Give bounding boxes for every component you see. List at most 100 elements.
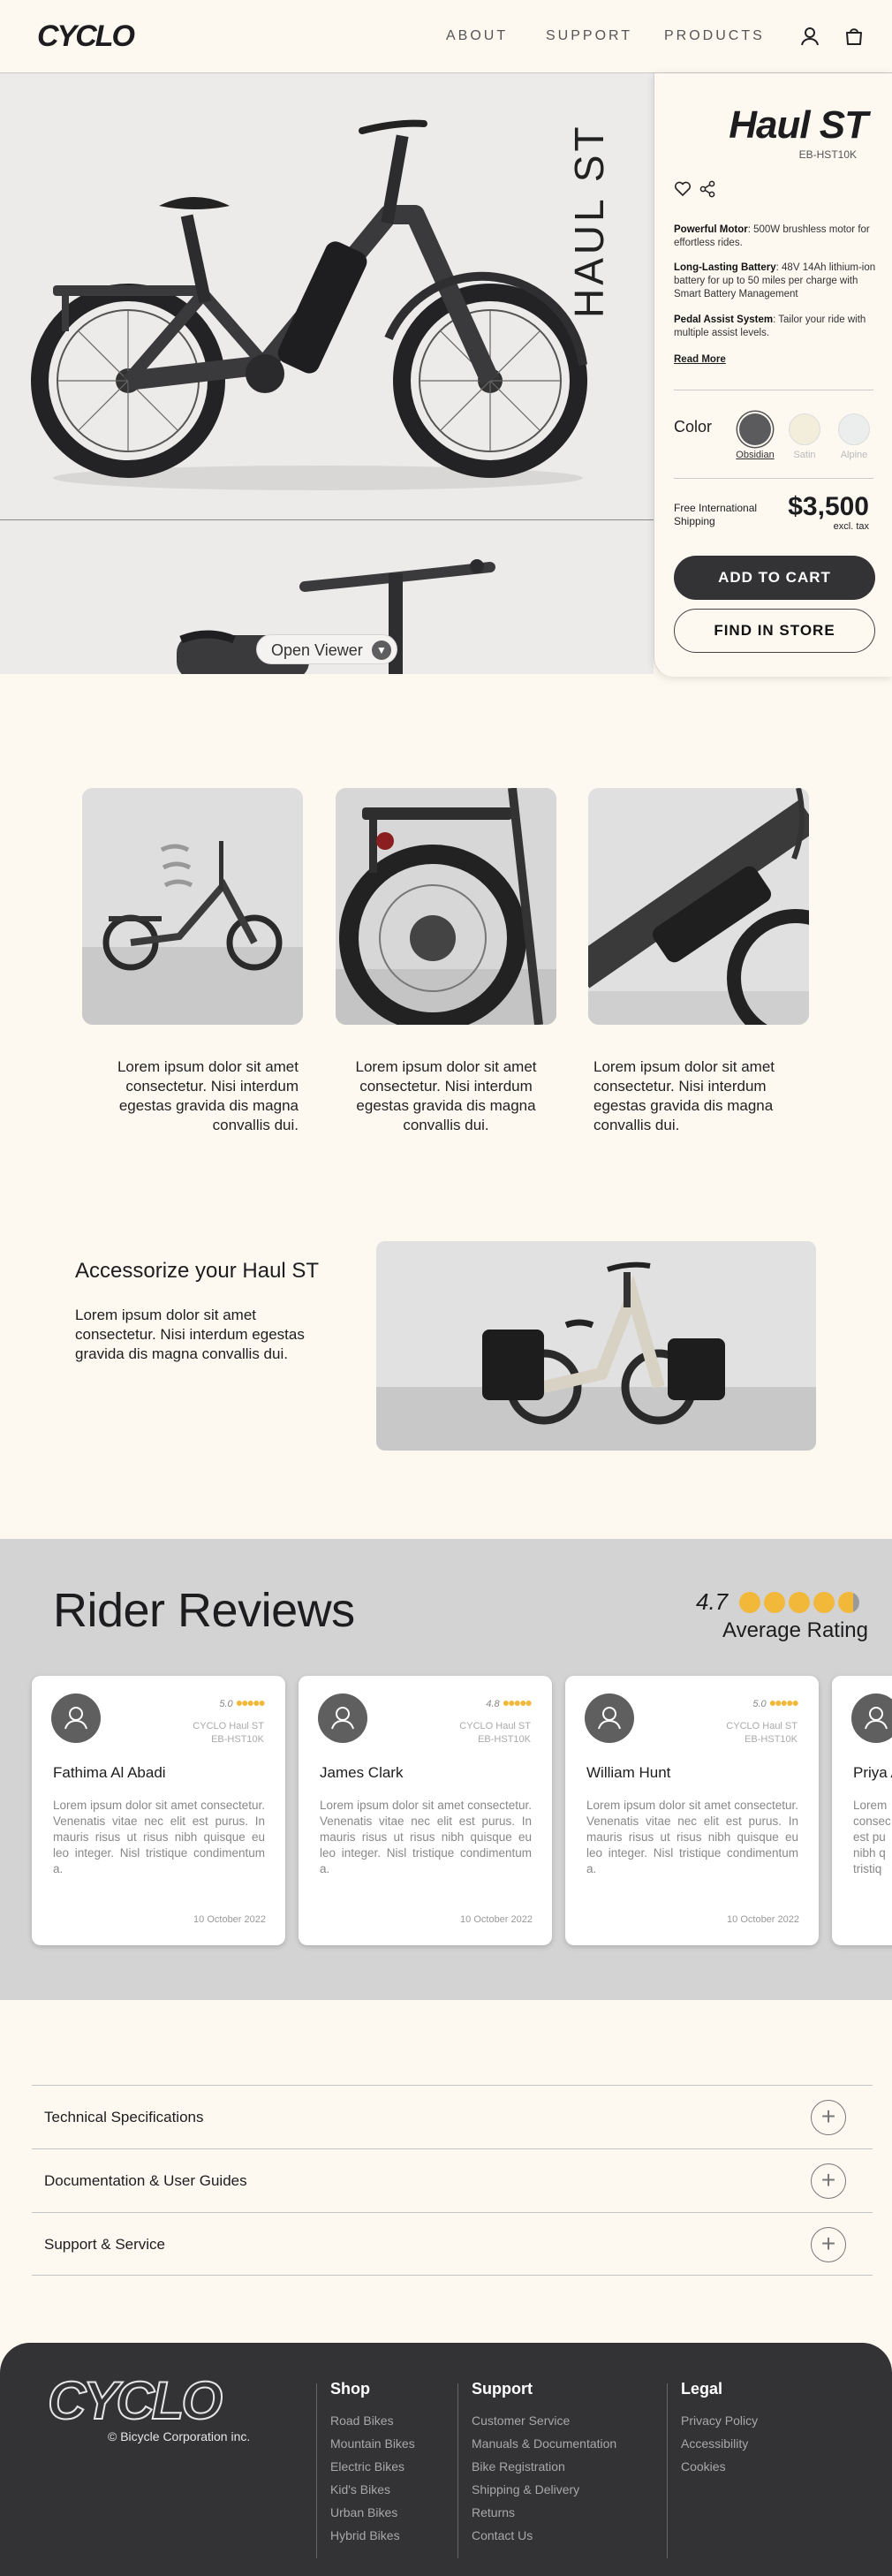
review-date: 10 October 2022 (193, 1914, 266, 1925)
footer-divider (667, 2383, 668, 2558)
footer-divider (316, 2383, 317, 2558)
avatar (851, 1693, 892, 1743)
average-rating-label: Average Rating (722, 1618, 868, 1642)
footer-link[interactable]: Urban Bikes (330, 2505, 397, 2519)
product-vertical-name: HAUL ST (566, 123, 612, 319)
product-panel: Haul ST EB-HST10K Powerful Motor: 500W b… (654, 73, 892, 677)
plus-icon[interactable]: + (811, 2163, 846, 2199)
tax-note: excl. tax (833, 521, 869, 532)
color-swatch-satin[interactable] (789, 413, 820, 445)
star-icons: ●●●●● (768, 1695, 799, 1709)
nav-products[interactable]: PRODUCTS (664, 28, 765, 44)
review-date: 10 October 2022 (727, 1914, 799, 1925)
review-text: Lorem ipsum dolor sit amet consectetur. … (586, 1799, 798, 1875)
feature-motor: Powerful Motor: 500W brushless motor for… (674, 224, 870, 248)
accessorize-title: Accessorize your Haul ST (75, 1259, 320, 1283)
review-card: 5.0 ●●●●● CYCLO Haul ST EB-HST10K Fathima… (32, 1676, 285, 1945)
footer-link[interactable]: Customer Service (472, 2413, 570, 2428)
open-viewer-button[interactable]: Open Viewer ▼ (256, 634, 397, 664)
gallery-image-frame-closeup[interactable] (588, 788, 809, 1025)
bag-icon[interactable] (843, 25, 866, 48)
reviewer-name: Priya A (853, 1764, 892, 1781)
review-model: CYCLO Haul ST EB-HST10K (459, 1721, 531, 1745)
user-icon (64, 1707, 87, 1730)
footer-heading-legal: Legal (681, 2380, 723, 2398)
average-rating-value: 4.7 (696, 1588, 729, 1615)
read-more-link[interactable]: Read More (674, 354, 726, 365)
review-model: CYCLO Haul ST EB-HST10K (193, 1721, 264, 1745)
review-card: 4.8 ●●●●● CYCLO Haul ST EB-HST10K James C… (299, 1676, 552, 1945)
find-in-store-button[interactable]: FIND IN STORE (674, 609, 875, 653)
footer-link[interactable]: Contact Us (472, 2528, 533, 2542)
user-icon (331, 1707, 354, 1730)
open-viewer-label: Open Viewer (271, 641, 363, 659)
gallery-image-rear-wheel[interactable] (336, 788, 556, 1025)
reviewer-name: James Clark (320, 1764, 404, 1781)
color-label: Color (674, 418, 713, 436)
color-swatch-alpine[interactable] (838, 413, 870, 445)
review-text: Lorem ipsum dolor sit amet consectetur. … (320, 1799, 532, 1875)
accordion-documentation[interactable]: Documentation & User Guides + (32, 2148, 873, 2212)
copyright: © Bicycle Corporation inc. (108, 2429, 251, 2443)
footer-link[interactable]: Cookies (681, 2459, 726, 2474)
price: $3,500 (788, 492, 869, 521)
average-rating-stars (739, 1592, 859, 1613)
color-name-alpine: Alpine (840, 450, 868, 460)
user-icon (865, 1707, 888, 1730)
color-swatch-obsidian[interactable] (739, 413, 771, 445)
plus-icon[interactable]: + (811, 2227, 846, 2262)
heart-icon[interactable] (674, 181, 692, 197)
gallery-image-side-view[interactable] (82, 788, 303, 1025)
footer-logo[interactable]: CYCLO (46, 2373, 258, 2429)
chevron-down-icon: ▼ (372, 640, 391, 660)
review-model: CYCLO Haul ST EB-HST10K (726, 1721, 798, 1745)
accordion-technical-specifications[interactable]: Technical Specifications + (32, 2085, 873, 2148)
feature-pedal-assist: Pedal Assist System: Tailor your ride wi… (674, 314, 866, 338)
nav-about[interactable]: ABOUT (446, 28, 508, 44)
hero-image (0, 73, 654, 519)
accordion-label: Support & Service (44, 2236, 166, 2253)
product-title: Haul ST (729, 103, 868, 147)
footer-link[interactable]: Hybrid Bikes (330, 2528, 400, 2542)
footer-link[interactable]: Manuals & Documentation (472, 2436, 616, 2451)
user-icon (598, 1707, 621, 1730)
footer-link[interactable]: Privacy Policy (681, 2413, 758, 2428)
panel-divider (674, 478, 873, 479)
site-header: CYCLO ABOUT SUPPORT PRODUCTS (0, 0, 892, 73)
reviewer-name: Fathima Al Abadi (53, 1764, 166, 1781)
footer-link[interactable]: Kid's Bikes (330, 2482, 390, 2496)
nav-support[interactable]: SUPPORT (546, 28, 632, 44)
reviewer-name: William Hunt (586, 1764, 671, 1781)
footer-link[interactable]: Road Bikes (330, 2413, 394, 2428)
review-rating: 5.0 ●●●●● (752, 1695, 799, 1709)
gallery-caption-3: Lorem ipsum dolor sit amet consectetur. … (593, 1058, 775, 1133)
gallery-caption-2: Lorem ipsum dolor sit amet consectetur. … (355, 1058, 537, 1133)
accordion-support-service[interactable]: Support & Service + (32, 2212, 873, 2276)
footer-link[interactable]: Mountain Bikes (330, 2436, 415, 2451)
footer-link[interactable]: Accessibility (681, 2436, 748, 2451)
share-icon[interactable] (699, 180, 716, 198)
footer-link[interactable]: Bike Registration (472, 2459, 565, 2474)
footer-link[interactable]: Electric Bikes (330, 2459, 404, 2474)
accordion-label: Technical Specifications (44, 2109, 204, 2125)
gallery-caption-1: Lorem ipsum dolor sit amet consectetur. … (117, 1058, 299, 1133)
plus-icon[interactable]: + (811, 2100, 846, 2135)
reviews-section: Rider Reviews 4.7 Average Rating 5.0 ●●●… (0, 1539, 892, 2000)
star-icons: ●●●●● (235, 1695, 266, 1709)
footer-link[interactable]: Shipping & Delivery (472, 2482, 579, 2496)
footer-link[interactable]: Returns (472, 2505, 515, 2519)
review-card: Priya A Lorem consec est pu nibh q trist… (832, 1676, 892, 1945)
footer-divider (457, 2383, 458, 2558)
add-to-cart-button[interactable]: ADD TO CART (674, 556, 875, 600)
logo[interactable]: CYCLO (37, 19, 135, 54)
footer-heading-shop: Shop (330, 2380, 370, 2398)
accessorize-image[interactable] (376, 1241, 816, 1451)
bike-illustration (31, 119, 587, 490)
color-name-satin: Satin (793, 450, 816, 460)
avatar (51, 1693, 101, 1743)
accessorize-text: Lorem ipsum dolor sit amet consectetur. … (75, 1307, 305, 1362)
site-footer: CYCLO © Bicycle Corporation inc. Shop Ro… (0, 2343, 892, 2576)
feature-battery: Long-Lasting Battery: 48V 14Ah lithium-i… (674, 262, 876, 299)
user-icon[interactable] (798, 25, 821, 48)
shipping-note: Free International Shipping (674, 502, 758, 527)
